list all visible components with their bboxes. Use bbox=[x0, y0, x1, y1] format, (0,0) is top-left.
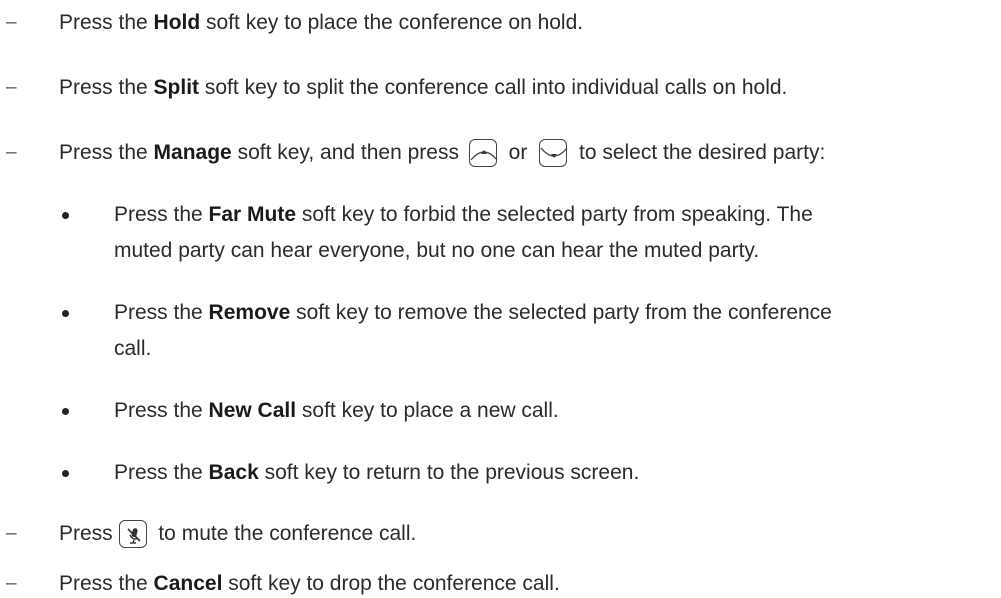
bullet-marker bbox=[62, 310, 69, 317]
text-segment: muted party can hear everyone, but no on… bbox=[114, 239, 760, 262]
item-text: Press the Hold soft key to place the con… bbox=[59, 8, 583, 37]
text-segment: soft key to split the conference call in… bbox=[199, 76, 788, 99]
dash-marker: – bbox=[6, 12, 17, 33]
item-text: Press the New Call soft key to place a n… bbox=[114, 396, 559, 425]
item-text: Press the Far Mute soft key to forbid th… bbox=[114, 200, 813, 229]
down-arrow-key-icon bbox=[539, 139, 568, 168]
item-text: Press the Remove soft key to remove the … bbox=[114, 298, 832, 327]
bullet-marker bbox=[62, 470, 69, 477]
up-arrow-key-icon bbox=[468, 139, 498, 168]
soft-key-name: Manage bbox=[153, 141, 232, 164]
dash-marker: – bbox=[6, 573, 17, 594]
text-segment: soft key, and then press bbox=[231, 141, 465, 164]
soft-key-name: Remove bbox=[208, 301, 291, 324]
soft-key-name: Hold bbox=[153, 11, 201, 34]
item-text: Press to mute the conference call. bbox=[59, 519, 417, 549]
text-segment: call. bbox=[114, 337, 152, 360]
item-text: Press the Split soft key to split the co… bbox=[59, 73, 787, 102]
text-segment: or bbox=[502, 141, 534, 164]
bullet-marker bbox=[62, 408, 69, 415]
text-segment: soft key to place a new call. bbox=[296, 399, 559, 422]
text-segment: soft key to place the conference on hold… bbox=[200, 11, 584, 34]
item-text: Press the Manage soft key, and then pres… bbox=[59, 138, 826, 168]
text-segment: Press the bbox=[59, 141, 154, 164]
soft-key-name: Split bbox=[153, 76, 200, 99]
item-text: Press the Cancel soft key to drop the co… bbox=[59, 569, 560, 598]
text-segment: Press bbox=[59, 522, 119, 545]
dash-marker: – bbox=[6, 77, 17, 98]
soft-key-name: New Call bbox=[208, 399, 297, 422]
text-segment: to mute the conference call. bbox=[152, 522, 417, 545]
text-segment: Press the bbox=[59, 11, 154, 34]
text-segment: soft key to forbid the selected party fr… bbox=[296, 203, 813, 226]
item-text: Press the Back soft key to return to the… bbox=[114, 458, 639, 487]
text-segment: Press the bbox=[114, 461, 209, 484]
text-segment: Press the bbox=[59, 76, 154, 99]
text-segment: Press the bbox=[114, 203, 209, 226]
mute-key-icon bbox=[118, 520, 147, 549]
text-segment: Press the bbox=[114, 399, 209, 422]
text-segment: to select the desired party: bbox=[573, 141, 826, 164]
text-segment: soft key to remove the selected party fr… bbox=[290, 301, 832, 324]
soft-key-name: Far Mute bbox=[208, 203, 297, 226]
dash-marker: – bbox=[6, 142, 17, 163]
soft-key-name: Back bbox=[208, 461, 259, 484]
bullet-marker bbox=[62, 212, 69, 219]
text-segment: soft key to return to the previous scree… bbox=[258, 461, 640, 484]
text-segment: Press the bbox=[114, 301, 209, 324]
dash-marker: – bbox=[6, 523, 17, 544]
